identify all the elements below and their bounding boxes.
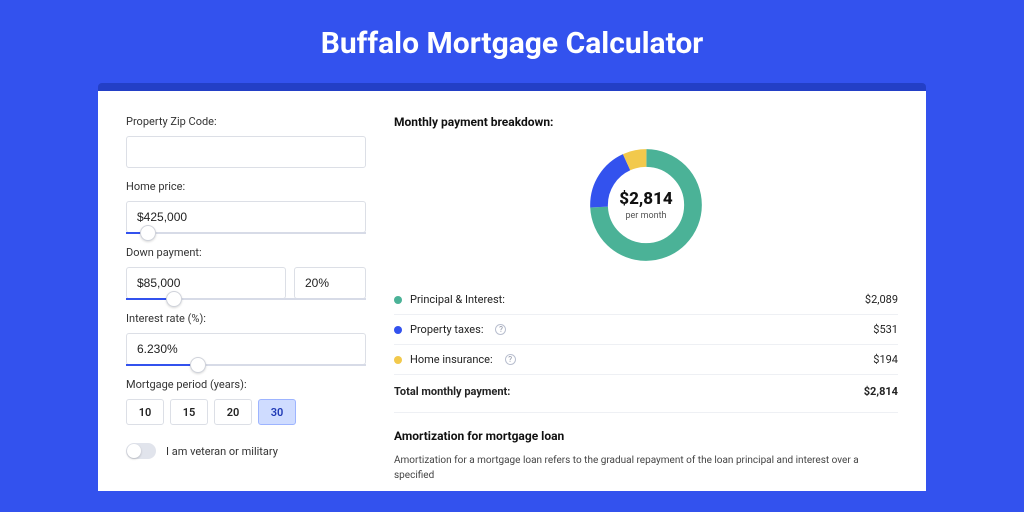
period-option-15[interactable]: 15 xyxy=(170,399,208,425)
amortization-title: Amortization for mortgage loan xyxy=(394,429,898,443)
calculator-card: Property Zip Code: Home price: Down paym… xyxy=(98,91,926,491)
field-zip: Property Zip Code: xyxy=(126,115,366,168)
mortgage-period-label: Mortgage period (years): xyxy=(126,378,366,391)
legend-total-row: Total monthly payment: $2,814 xyxy=(394,374,898,413)
donut-subtitle: per month xyxy=(625,211,666,221)
inputs-panel: Property Zip Code: Home price: Down paym… xyxy=(126,115,366,491)
legend-value: $194 xyxy=(873,353,898,366)
breakdown-panel: Monthly payment breakdown: $2,814 per mo… xyxy=(394,115,898,491)
interest-rate-slider[interactable] xyxy=(126,364,366,366)
legend-value: $531 xyxy=(873,323,898,336)
zip-label: Property Zip Code: xyxy=(126,115,366,128)
swatch-icon xyxy=(394,326,402,334)
legend-label: Property taxes: xyxy=(410,323,483,336)
period-option-10[interactable]: 10 xyxy=(126,399,164,425)
donut-amount: $2,814 xyxy=(619,189,672,209)
field-down-payment: Down payment: xyxy=(126,246,366,300)
toggle-knob xyxy=(127,444,141,458)
legend-label: Home insurance: xyxy=(410,353,493,366)
field-interest-rate: Interest rate (%): xyxy=(126,312,366,366)
home-price-label: Home price: xyxy=(126,180,366,193)
swatch-icon xyxy=(394,356,402,364)
legend-value: $2,089 xyxy=(865,293,898,306)
veteran-toggle[interactable] xyxy=(126,443,156,459)
period-option-30[interactable]: 30 xyxy=(258,399,296,425)
slider-thumb[interactable] xyxy=(140,225,156,241)
card-shadow: Property Zip Code: Home price: Down paym… xyxy=(98,83,926,491)
field-veteran: I am veteran or military xyxy=(126,443,366,459)
slider-thumb[interactable] xyxy=(166,291,182,307)
period-options: 10152030 xyxy=(126,399,366,425)
amortization-body: Amortization for a mortgage loan refers … xyxy=(394,453,898,483)
home-price-slider[interactable] xyxy=(126,232,366,234)
field-mortgage-period: Mortgage period (years): 10152030 xyxy=(126,378,366,425)
down-payment-slider[interactable] xyxy=(126,298,366,300)
swatch-icon xyxy=(394,296,402,304)
legend-row-pi: Principal & Interest: $2,089 xyxy=(394,285,898,315)
slider-fill xyxy=(126,364,198,366)
page-title: Buffalo Mortgage Calculator xyxy=(321,26,704,61)
legend-row-tax: Property taxes:? $531 xyxy=(394,315,898,345)
interest-rate-label: Interest rate (%): xyxy=(126,312,366,325)
interest-rate-input[interactable] xyxy=(126,333,366,365)
field-home-price: Home price: xyxy=(126,180,366,234)
veteran-label: I am veteran or military xyxy=(166,445,278,458)
down-payment-label: Down payment: xyxy=(126,246,366,259)
home-price-input[interactable] xyxy=(126,201,366,233)
total-label: Total monthly payment: xyxy=(394,385,510,398)
down-payment-percent-input[interactable] xyxy=(294,267,366,299)
period-option-20[interactable]: 20 xyxy=(214,399,252,425)
legend: Principal & Interest: $2,089 Property taxe… xyxy=(394,285,898,374)
help-icon[interactable]: ? xyxy=(495,324,506,335)
legend-row-ins: Home insurance:? $194 xyxy=(394,345,898,374)
help-icon[interactable]: ? xyxy=(505,354,516,365)
breakdown-title: Monthly payment breakdown: xyxy=(394,115,898,129)
down-payment-amount-input[interactable] xyxy=(126,267,286,299)
total-value: $2,814 xyxy=(864,385,898,398)
zip-input[interactable] xyxy=(126,136,366,168)
payment-donut-chart: $2,814 per month xyxy=(584,143,708,267)
slider-thumb[interactable] xyxy=(190,357,206,373)
legend-label: Principal & Interest: xyxy=(410,293,505,306)
